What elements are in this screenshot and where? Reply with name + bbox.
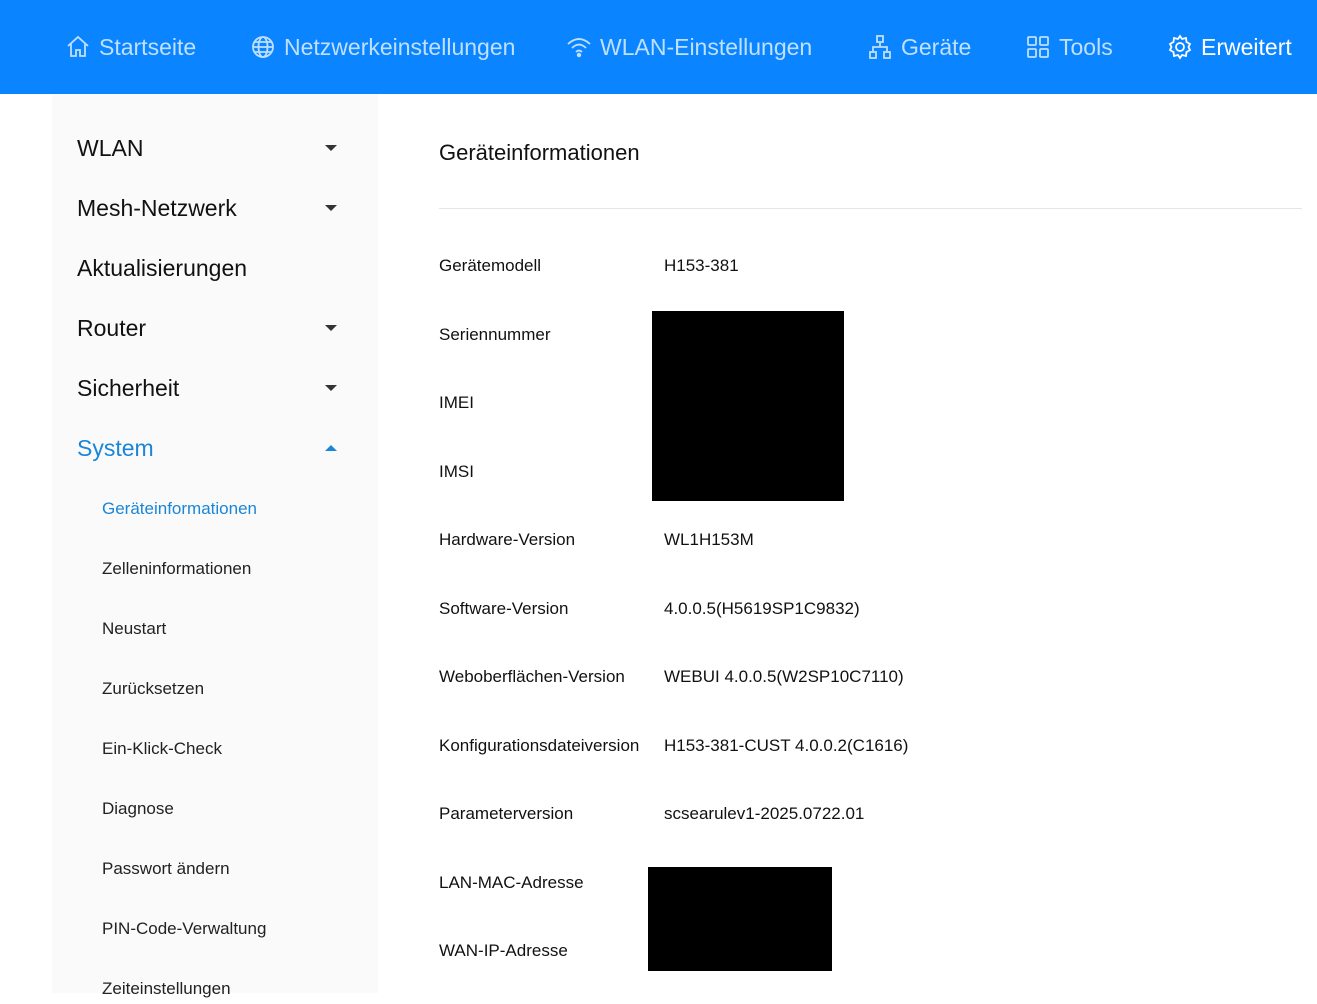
sidebar-item-diagnose[interactable]: Diagnose xyxy=(102,794,174,824)
info-label-seriennummer: Seriennummer xyxy=(439,325,551,344)
info-label-software-version: Software-Version xyxy=(439,599,569,618)
caret-down-icon xyxy=(325,145,337,151)
info-value-geraetemodell: H153-381 xyxy=(664,256,739,275)
sidebar-section-label: Aktualisierungen xyxy=(77,254,248,281)
nav-wlan-einstellungen-label: WLAN-Einstellungen xyxy=(600,33,813,60)
info-value-hardware-version: WL1H153M xyxy=(664,530,754,549)
caret-down-icon xyxy=(325,325,337,331)
gear-icon xyxy=(1166,33,1194,61)
page-title: Geräteinformationen xyxy=(439,140,640,165)
sidebar-section-sicherheit[interactable]: Sicherheit xyxy=(77,368,357,408)
sidebar-item-zuruecksetzen[interactable]: Zurücksetzen xyxy=(102,674,204,704)
nav-tools[interactable]: Tools xyxy=(1024,30,1113,64)
sidebar-section-label: Mesh-Netzwerk xyxy=(77,194,237,221)
sidebar-section-label: WLAN xyxy=(77,134,144,161)
nav-geraete[interactable]: Geräte xyxy=(866,30,971,64)
title-divider xyxy=(439,208,1302,209)
grid-icon xyxy=(1024,33,1052,61)
sidebar-item-pin-code-verwaltung[interactable]: PIN-Code-Verwaltung xyxy=(102,914,266,944)
caret-up-icon xyxy=(325,445,337,451)
sidebar-item-neustart[interactable]: Neustart xyxy=(102,614,166,644)
sidebar-section-router[interactable]: Router xyxy=(77,308,357,348)
sidebar-item-zeiteinstellungen[interactable]: Zeiteinstellungen xyxy=(102,974,231,1004)
redacted-block xyxy=(648,867,832,971)
info-label-geraetemodell: Gerätemodell xyxy=(439,256,542,275)
info-value-software-version: 4.0.0.5(H5619SP1C9832) xyxy=(664,599,860,618)
nav-startseite-label: Startseite xyxy=(99,33,197,60)
info-label-lan-mac-adresse: LAN-MAC-Adresse xyxy=(439,873,584,892)
nav-geraete-label: Geräte xyxy=(901,33,972,60)
sidebar-item-passwort-aendern[interactable]: Passwort ändern xyxy=(102,854,230,884)
devices-icon xyxy=(866,33,894,61)
home-icon xyxy=(64,33,92,61)
redacted-block xyxy=(652,311,844,501)
info-label-konfigurationsdateiversion: Konfigurationsdateiversion xyxy=(439,736,640,755)
info-value-konfigurationsdateiversion: H153-381-CUST 4.0.0.2(C1616) xyxy=(664,736,909,755)
sidebar-section-label: System xyxy=(77,434,154,461)
sidebar-section-mesh-netzwerk[interactable]: Mesh-Netzwerk xyxy=(77,188,357,228)
sidebar-item-geraeteinformationen[interactable]: Geräteinformationen xyxy=(102,494,257,524)
wifi-icon xyxy=(565,33,593,61)
top-navigation-bar: Startseite Netzwerkeinstellungen WLAN-Ei… xyxy=(0,0,1317,94)
nav-netzwerkeinstellungen[interactable]: Netzwerkeinstellungen xyxy=(249,30,515,64)
sidebar-section-wlan[interactable]: WLAN xyxy=(77,128,357,168)
nav-erweitert[interactable]: Erweitert xyxy=(1166,30,1292,64)
info-value-weboberflaechen-version: WEBUI 4.0.0.5(W2SP10C7110) xyxy=(664,667,904,686)
sidebar-section-aktualisierungen[interactable]: Aktualisierungen xyxy=(77,248,357,288)
nav-wlan-einstellungen[interactable]: WLAN-Einstellungen xyxy=(565,30,812,64)
info-label-wan-ip-adresse: WAN-IP-Adresse xyxy=(439,941,568,960)
info-label-imsi: IMSI xyxy=(439,462,474,481)
info-label-imei: IMEI xyxy=(439,393,474,412)
nav-startseite[interactable]: Startseite xyxy=(64,30,196,64)
info-value-parameterversion: scsearulev1-2025.0722.01 xyxy=(664,804,865,823)
sidebar-item-ein-klick-check[interactable]: Ein-Klick-Check xyxy=(102,734,222,764)
sidebar-section-label: Router xyxy=(77,314,147,341)
nav-tools-label: Tools xyxy=(1059,33,1113,60)
sidebar-item-zelleninformationen[interactable]: Zelleninformationen xyxy=(102,554,251,584)
sidebar: WLAN Mesh-Netzwerk Aktualisierungen Rout… xyxy=(52,94,378,998)
sidebar-section-system[interactable]: System xyxy=(77,428,357,468)
info-label-parameterversion: Parameterversion xyxy=(439,804,574,823)
info-label-hardware-version: Hardware-Version xyxy=(439,530,576,549)
nav-netzwerkeinstellungen-label: Netzwerkeinstellungen xyxy=(284,33,516,60)
globe-icon xyxy=(249,33,277,61)
sidebar-section-label: Sicherheit xyxy=(77,374,180,401)
nav-erweitert-label: Erweitert xyxy=(1201,33,1292,60)
caret-down-icon xyxy=(325,205,337,211)
info-label-weboberflaechen-version: Weboberflächen-Version xyxy=(439,667,625,686)
caret-down-icon xyxy=(325,385,337,391)
